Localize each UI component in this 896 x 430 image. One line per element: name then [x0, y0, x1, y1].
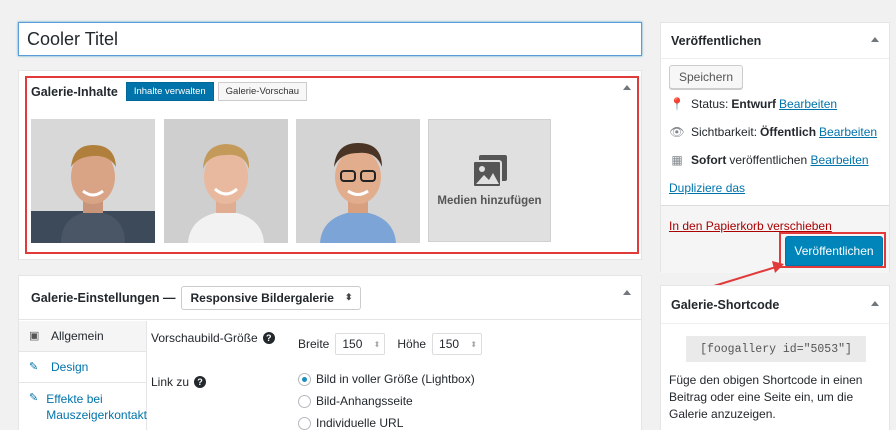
- link-to-label: Link zu ?: [151, 375, 207, 389]
- move-to-trash-link[interactable]: In den Papierkorb verschieben: [669, 219, 832, 233]
- width-input[interactable]: 150 ⬍: [335, 333, 386, 355]
- images-icon: [472, 154, 507, 187]
- title-field-wrap: [18, 22, 642, 56]
- tab-design[interactable]: ✎ Design: [19, 352, 146, 383]
- height-label: Höhe: [397, 337, 427, 351]
- tab-general-label: Allgemein: [51, 329, 104, 343]
- add-media-button[interactable]: Medien hinzufügen: [428, 119, 551, 242]
- tab-manage-items[interactable]: Inhalte verwalten: [125, 82, 214, 101]
- tab-gallery-preview[interactable]: Galerie-Vorschau: [217, 82, 308, 101]
- select-arrows-icon: ⬍: [344, 292, 353, 302]
- link-option-custom-url[interactable]: Individuelle URL: [298, 416, 403, 430]
- publish-title: Veröffentlichen: [661, 23, 889, 59]
- gallery-template-select[interactable]: Responsive Bildergalerie ⬍: [181, 285, 362, 310]
- calendar-icon: ▦: [671, 153, 683, 167]
- edit-visibility-link[interactable]: Bearbeiten: [819, 125, 877, 139]
- radio-selected[interactable]: [298, 372, 311, 386]
- help-icon[interactable]: ?: [194, 376, 207, 388]
- settings-side-tabs: ▣ Allgemein ✎ Design ✎ Effekte bei Mausz…: [19, 321, 147, 430]
- gallery-contents-box: Galerie-Inhalte Inhalte verwalten Galeri…: [18, 70, 642, 260]
- gallery-settings-header: Galerie-Einstellungen — Responsive Bilde…: [19, 276, 641, 320]
- brush-icon: ✎: [29, 392, 39, 404]
- shortcode-title: Galerie-Shortcode: [661, 286, 889, 324]
- edit-status-link[interactable]: Bearbeiten: [779, 97, 837, 111]
- stepper-icon[interactable]: ⬍: [374, 340, 381, 349]
- tab-design-label: Design: [51, 360, 89, 374]
- publish-box: Veröffentlichen Speichern 📍 Status: Entwu…: [660, 22, 890, 273]
- width-label: Breite: [298, 337, 330, 351]
- shortcode-description: Füge den obigen Shortcode in einen Beitr…: [669, 373, 863, 421]
- visibility-row: 👁 Sichtbarkeit: Öffentlich Bearbeiten: [669, 125, 878, 139]
- collapse-arrow-icon[interactable]: [623, 85, 631, 90]
- gallery-thumbnail[interactable]: [164, 119, 288, 243]
- brush-icon: ✎: [29, 361, 39, 373]
- collapse-arrow-icon[interactable]: [623, 290, 631, 295]
- schedule-row: ▦ Sofort veröffentlichen Bearbeiten: [669, 153, 869, 167]
- save-draft-button[interactable]: Speichern: [669, 65, 744, 89]
- gallery-settings-title: Galerie-Einstellungen —: [31, 290, 176, 305]
- link-option-lightbox[interactable]: Bild in voller Größe (Lightbox): [298, 372, 475, 386]
- tab-general[interactable]: ▣ Allgemein: [19, 321, 146, 352]
- settings-main-panel: Vorschaubild-Größe ? Breite 150 ⬍ Höhe 15…: [151, 321, 641, 430]
- edit-schedule-link[interactable]: Bearbeiten: [811, 153, 869, 167]
- shortcode-box: Galerie-Shortcode [foogallery id="5053"]…: [660, 285, 890, 430]
- height-input[interactable]: 150 ⬍: [432, 333, 483, 355]
- eye-icon: 👁: [669, 125, 685, 139]
- pin-icon: 📍: [669, 97, 685, 111]
- gallery-thumbnail[interactable]: [31, 119, 155, 243]
- tab-hover-effects[interactable]: ✎ Effekte bei Mauszeigerkontakt: [19, 383, 147, 430]
- add-media-label: Medien hinzufügen: [437, 194, 542, 207]
- link-option-attachment[interactable]: Bild-Anhangsseite: [298, 394, 413, 408]
- thumb-size-fields: Breite 150 ⬍ Höhe 150 ⬍: [298, 333, 483, 355]
- duplicate-link[interactable]: Dupliziere das: [669, 181, 745, 195]
- gallery-settings-box: Galerie-Einstellungen — Responsive Bilde…: [18, 275, 642, 430]
- help-icon[interactable]: ?: [262, 332, 275, 344]
- collapse-arrow-icon[interactable]: [871, 301, 879, 306]
- title-input[interactable]: [18, 22, 642, 56]
- shortcode-value[interactable]: [foogallery id="5053"]: [686, 336, 866, 362]
- gallery-thumbnail[interactable]: [296, 119, 420, 243]
- radio[interactable]: [298, 416, 311, 430]
- gallery-template-value: Responsive Bildergalerie: [190, 290, 334, 305]
- tab-hover-effects-label: Effekte bei Mauszeigerkontakt: [46, 392, 147, 422]
- thumb-size-label: Vorschaubild-Größe ?: [151, 331, 275, 345]
- gallery-contents-header: Galerie-Inhalte Inhalte verwalten Galeri…: [31, 82, 308, 101]
- image-icon: ▣: [29, 330, 40, 342]
- gallery-contents-title: Galerie-Inhalte: [31, 84, 118, 99]
- stepper-icon[interactable]: ⬍: [470, 340, 477, 349]
- publish-button[interactable]: Veröffentlichen: [785, 236, 883, 266]
- radio[interactable]: [298, 394, 311, 408]
- collapse-arrow-icon[interactable]: [871, 37, 879, 42]
- status-row: 📍 Status: Entwurf Bearbeiten: [669, 97, 838, 111]
